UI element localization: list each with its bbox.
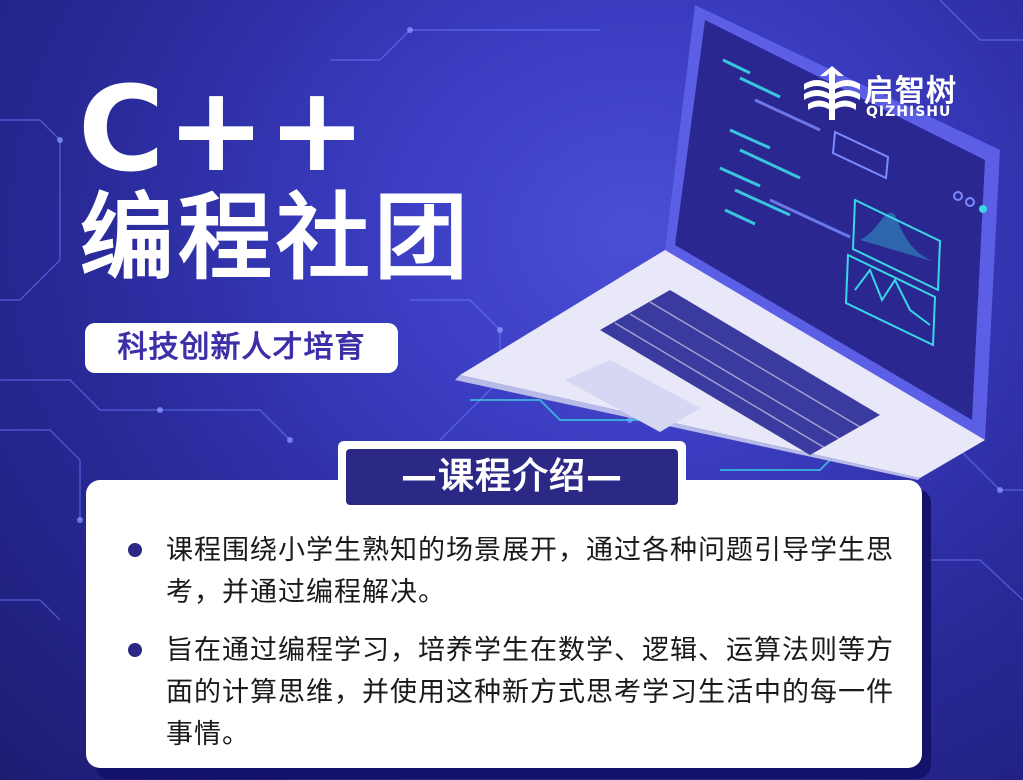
hero-tagline: 科技创新人才培育 (85, 323, 398, 373)
bullet-dot-icon (128, 543, 142, 557)
book-tree-logo-icon (804, 66, 860, 120)
brand-logo: 启智树 QIZHISHU (802, 60, 992, 130)
list-item: 旨在通过编程学习，培养学生在数学、逻辑、运算法则等方面的计算思维，并使用这种新方… (118, 630, 898, 756)
section-title: —课程介绍— (346, 449, 678, 505)
bullet-dot-icon (128, 643, 142, 657)
brand-subname: QIZHISHU (866, 104, 952, 120)
list-item-text: 旨在通过编程学习，培养学生在数学、逻辑、运算法则等方面的计算思维，并使用这种新方… (166, 635, 894, 750)
list-item: 课程围绕小学生熟知的场景展开，通过各种问题引导学生思考，并通过编程解决。 (118, 530, 898, 614)
hero-title-line1: C++ (78, 60, 369, 198)
course-intro-list: 课程围绕小学生熟知的场景展开，通过各种问题引导学生思考，并通过编程解决。 旨在通… (118, 530, 898, 772)
list-item-text: 课程围绕小学生熟知的场景展开，通过各种问题引导学生思考，并通过编程解决。 (166, 535, 894, 608)
hero-title-line2: 编程社团 (80, 184, 473, 293)
